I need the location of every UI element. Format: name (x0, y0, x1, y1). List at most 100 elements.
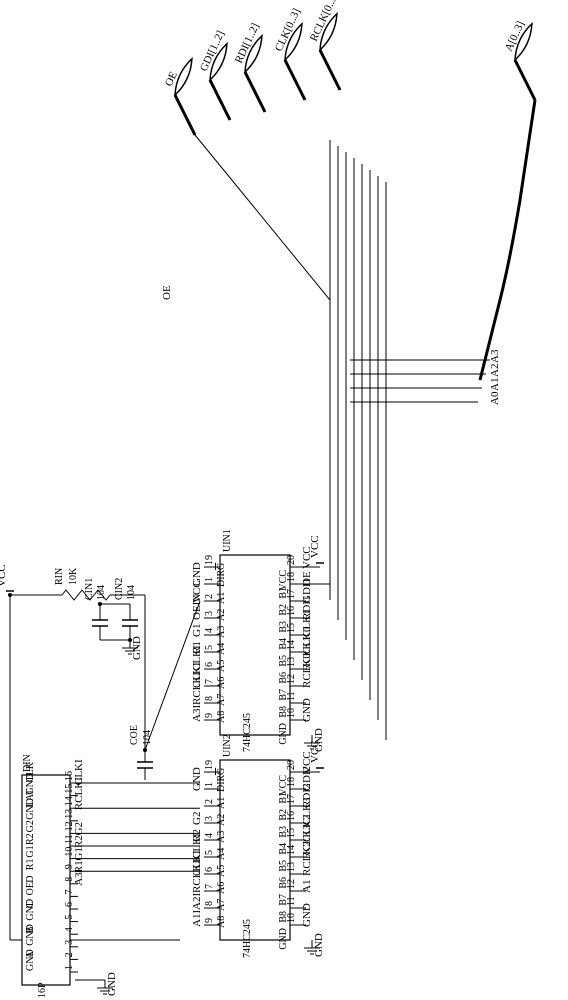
svg-text:4: 4 (64, 927, 75, 932)
svg-text:8: 8 (204, 901, 215, 906)
svg-text:12: 12 (286, 674, 297, 684)
svg-text:A2: A2 (489, 364, 501, 377)
svg-text:10K: 10K (68, 567, 79, 585)
svg-text:3: 3 (204, 816, 215, 821)
svg-text:9: 9 (204, 918, 215, 923)
svg-text:1: 1 (204, 782, 215, 787)
svg-text:A3I: A3I (191, 705, 203, 722)
svg-text:15: 15 (286, 623, 297, 633)
svg-text:A4: A4 (216, 848, 227, 860)
svg-text:A1: A1 (301, 880, 313, 893)
svg-text:14: 14 (286, 640, 297, 650)
svg-text:13: 13 (286, 862, 297, 872)
svg-text:A1I: A1I (191, 910, 203, 927)
svg-text:74HC245: 74HC245 (242, 919, 253, 958)
svg-text:G1: G1 (25, 845, 36, 857)
svg-text:GND: GND (25, 924, 36, 946)
svg-text:RCLKI: RCLKI (191, 860, 203, 893)
svg-text:6: 6 (204, 662, 215, 667)
svg-text:A2: A2 (216, 814, 227, 826)
svg-text:10: 10 (286, 708, 297, 718)
svg-text:5: 5 (64, 915, 75, 920)
svg-text:18: 18 (286, 777, 297, 787)
svg-text:17: 17 (286, 794, 297, 804)
ic-uin2: UIN2 74HC245 19G1DIRGND2A13A2G24A3R25A4C… (191, 734, 313, 958)
svg-text:5: 5 (204, 645, 215, 650)
svg-text:A6: A6 (216, 882, 227, 894)
svg-text:6: 6 (204, 867, 215, 872)
svg-text:A2I: A2I (191, 893, 203, 910)
svg-text:A3: A3 (489, 349, 501, 363)
svg-text:9: 9 (204, 713, 215, 718)
svg-text:17: 17 (286, 589, 297, 599)
svg-text:R1: R1 (25, 859, 36, 871)
svg-text:5: 5 (204, 850, 215, 855)
svg-text:GND: GND (278, 928, 289, 950)
svg-text:OE: OE (25, 882, 36, 895)
svg-text:1: 1 (64, 965, 75, 970)
svg-text:RCLKI: RCLKI (73, 777, 85, 810)
svg-text:A1: A1 (489, 378, 501, 391)
svg-text:A6: A6 (216, 677, 227, 689)
svg-text:7: 7 (64, 889, 75, 894)
svg-text:A4: A4 (216, 643, 227, 655)
svg-text:A7: A7 (216, 694, 227, 706)
svg-text:20: 20 (286, 760, 297, 770)
svg-text:GND: GND (191, 767, 203, 791)
svg-text:A3: A3 (216, 831, 227, 843)
svg-text:G2: G2 (191, 812, 203, 825)
svg-text:RIN: RIN (54, 568, 65, 585)
svg-text:G1: G1 (191, 624, 203, 637)
svg-text:G: G (216, 563, 227, 570)
svg-text:4: 4 (204, 833, 215, 838)
svg-text:2: 2 (204, 799, 215, 804)
svg-text:OE: OE (161, 285, 173, 300)
svg-text:GND: GND (301, 903, 313, 927)
svg-text:4: 4 (204, 628, 215, 633)
svg-text:6: 6 (64, 902, 75, 907)
svg-text:OEIN: OEIN (191, 594, 203, 620)
svg-text:13: 13 (64, 809, 75, 819)
svg-text:VCC: VCC (309, 535, 321, 558)
svg-text:3: 3 (204, 611, 215, 616)
svg-text:A8: A8 (216, 916, 227, 928)
svg-text:15: 15 (286, 828, 297, 838)
svg-text:VCC: VCC (309, 740, 321, 763)
svg-text:CIN1: CIN1 (84, 578, 95, 600)
svg-text:7: 7 (204, 884, 215, 889)
svg-text:11: 11 (286, 896, 297, 906)
svg-text:11: 11 (286, 691, 297, 701)
connector-din: DIN 16P CLK16CLKIGND15LAT14RCLKIGND13G21… (22, 754, 85, 998)
svg-text:R2: R2 (25, 833, 36, 845)
svg-text:GND: GND (131, 636, 143, 660)
svg-text:104: 104 (96, 585, 107, 600)
svg-text:2: 2 (64, 952, 75, 957)
svg-text:13: 13 (286, 657, 297, 667)
svg-text:DIR: DIR (216, 774, 227, 792)
svg-text:19: 19 (204, 760, 215, 770)
svg-text:G: G (216, 768, 227, 775)
svg-text:19: 19 (204, 555, 215, 565)
svg-text:D: D (25, 876, 36, 883)
svg-text:GND: GND (25, 949, 36, 971)
svg-text:12: 12 (286, 879, 297, 889)
svg-text:RCLKI: RCLKI (191, 672, 203, 705)
svg-text:RCLK2: RCLK2 (301, 841, 313, 876)
svg-text:GND: GND (278, 723, 289, 745)
cap-coe: COE 104 (129, 595, 153, 780)
svg-text:14: 14 (286, 845, 297, 855)
svg-text:18: 18 (286, 572, 297, 582)
svg-text:A1: A1 (216, 797, 227, 809)
svg-text:GND: GND (301, 698, 313, 722)
svg-text:20: 20 (286, 555, 297, 565)
svg-text:CIN2: CIN2 (114, 578, 125, 600)
svg-text:RCLK0: RCLK0 (301, 653, 313, 688)
svg-text:16P: 16P (37, 982, 48, 998)
svg-text:G2: G2 (25, 820, 36, 832)
svg-text:16: 16 (286, 811, 297, 821)
svg-text:74HC245: 74HC245 (242, 713, 253, 752)
svg-text:COE: COE (129, 725, 140, 745)
svg-text:104: 104 (126, 585, 137, 600)
svg-text:UIN2: UIN2 (222, 734, 233, 757)
svg-text:A8: A8 (216, 711, 227, 723)
